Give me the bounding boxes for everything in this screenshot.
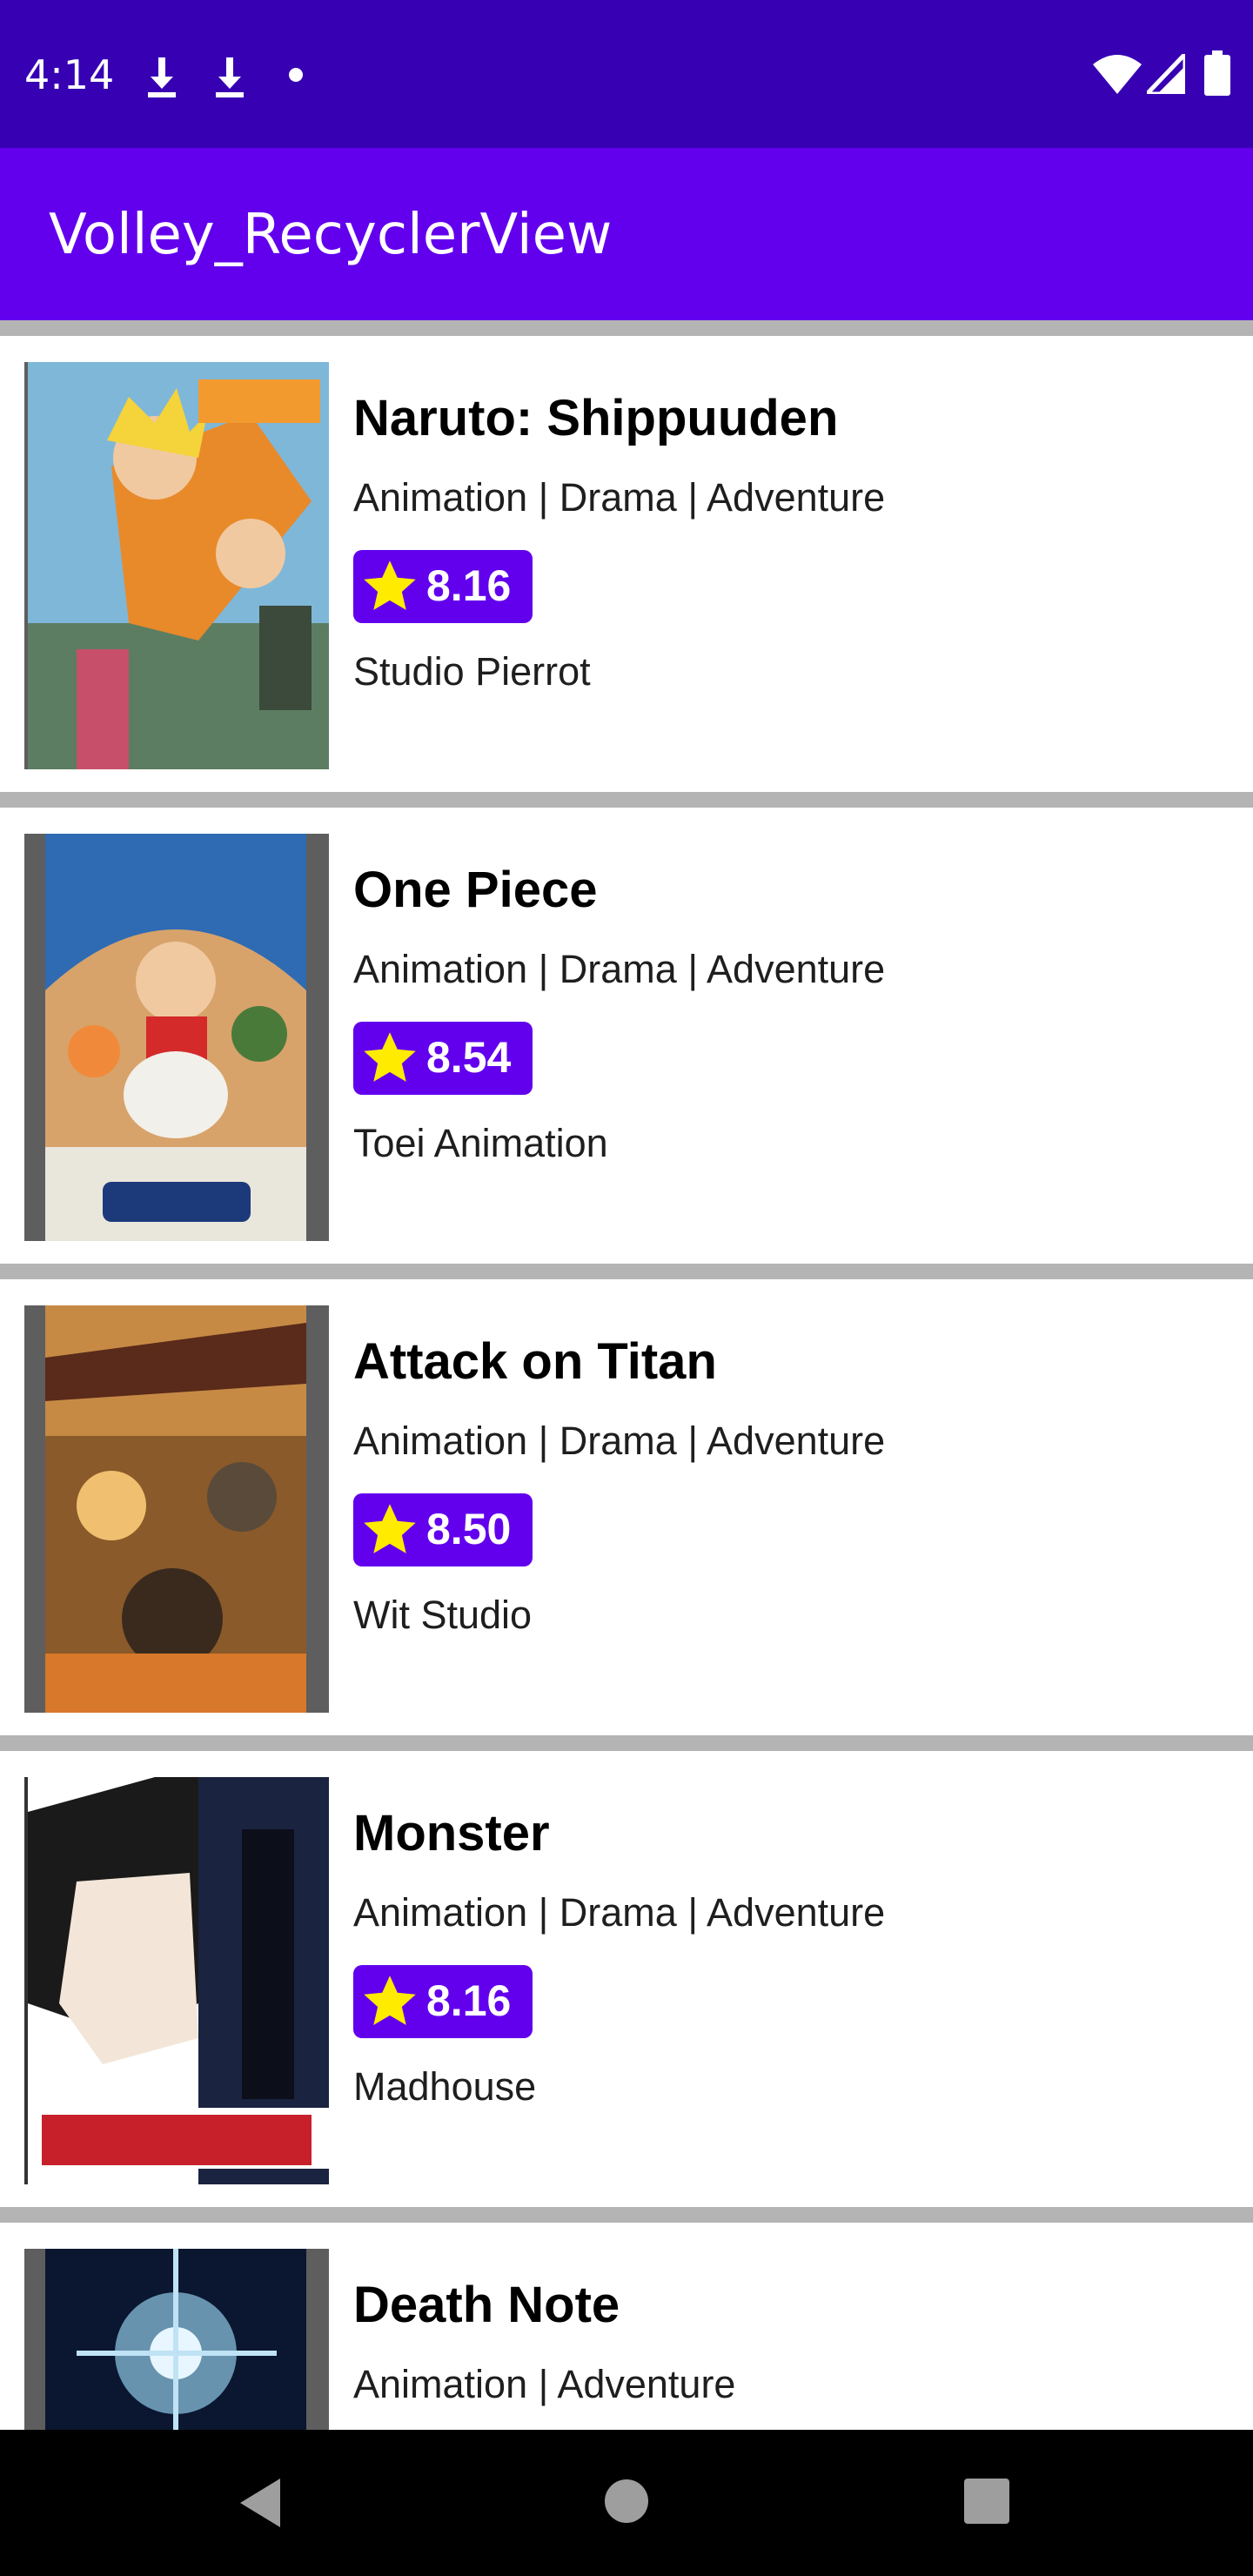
item-title: Naruto: Shippuuden — [353, 390, 839, 446]
download-icon — [148, 57, 176, 97]
signal-icon — [1147, 54, 1185, 94]
poster-image — [24, 362, 329, 769]
poster-image — [24, 834, 329, 1241]
rating-badge: 8.16 — [353, 1965, 533, 2038]
item-genre: Animation | Adventure — [353, 2362, 736, 2406]
star-icon — [364, 1032, 416, 1082]
item-studio: Toei Animation — [353, 1121, 608, 1165]
battery-icon — [1204, 50, 1230, 96]
item-genre: Animation | Drama | Adventure — [353, 1890, 886, 1935]
recents-icon[interactable] — [964, 2479, 1009, 2524]
navigation-bar — [0, 2430, 1253, 2576]
rating-badge: 8.50 — [353, 1493, 533, 1566]
download-icon — [216, 57, 244, 97]
item-studio: Madhouse — [353, 2064, 537, 2109]
list-item[interactable]: One Piece Animation | Drama | Adventure … — [0, 808, 1253, 1264]
item-title: Monster — [353, 1805, 550, 1862]
item-genre: Animation | Drama | Adventure — [353, 947, 886, 991]
list-item[interactable]: Death Note Animation | Adventure — [0, 2223, 1253, 2430]
list-item[interactable]: Naruto: Shippuuden Animation | Drama | A… — [0, 336, 1253, 792]
status-bar: 4:14 — [0, 0, 1253, 148]
rating-value: 8.54 — [426, 1033, 512, 1082]
rating-value: 8.16 — [426, 561, 512, 610]
item-genre: Animation | Drama | Adventure — [353, 1419, 886, 1463]
wifi-icon — [1093, 55, 1142, 94]
item-genre: Animation | Drama | Adventure — [353, 475, 886, 520]
home-icon[interactable] — [604, 2479, 649, 2524]
poster-image — [24, 1305, 329, 1713]
item-studio: Studio Pierrot — [353, 649, 591, 694]
item-studio: Wit Studio — [353, 1593, 533, 1637]
star-icon — [364, 560, 416, 610]
poster-image — [24, 1777, 329, 2184]
back-icon[interactable] — [235, 2475, 287, 2531]
list-item[interactable]: Monster Animation | Drama | Adventure 8.… — [0, 1751, 1253, 2207]
item-title: Death Note — [353, 2277, 620, 2333]
item-title: Attack on Titan — [353, 1333, 717, 1390]
anime-list[interactable]: Naruto: Shippuuden Animation | Drama | A… — [0, 320, 1253, 2430]
rating-value: 8.16 — [426, 1976, 512, 2025]
star-icon — [364, 1504, 416, 1553]
rating-badge: 8.54 — [353, 1022, 533, 1095]
app-bar: Volley_RecyclerView — [0, 148, 1253, 320]
item-title: One Piece — [353, 862, 598, 918]
poster-image — [24, 2249, 329, 2430]
rating-value: 8.50 — [426, 1505, 512, 1553]
rating-badge: 8.16 — [353, 550, 533, 623]
dot-icon — [289, 68, 303, 82]
status-time: 4:14 — [24, 51, 115, 98]
star-icon — [364, 1976, 416, 2025]
list-item[interactable]: Attack on Titan Animation | Drama | Adve… — [0, 1279, 1253, 1735]
app-title: Volley_RecyclerView — [49, 203, 613, 267]
